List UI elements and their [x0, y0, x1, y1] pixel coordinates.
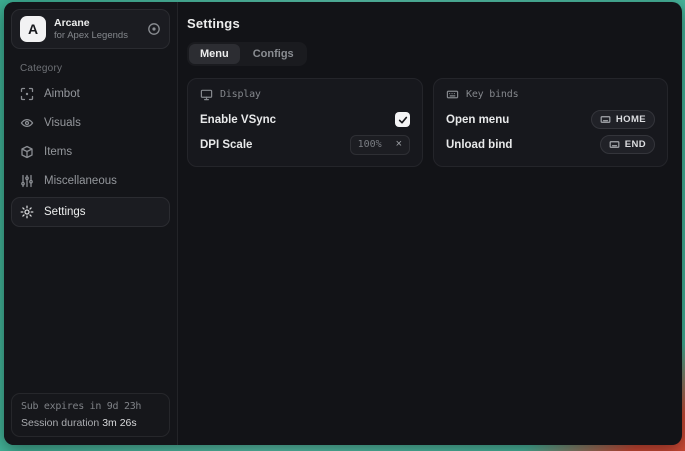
keybind-value: HOME [616, 114, 646, 125]
app-window: A Arcane for Apex Legends Category [4, 2, 682, 445]
clear-icon[interactable]: × [392, 137, 406, 152]
crosshair-icon [20, 87, 34, 101]
sidebar-spacer [4, 228, 177, 393]
unload-bind-label: Unload bind [446, 139, 512, 151]
keyboard-icon [446, 88, 459, 101]
subscription-card: Sub expires in 9d 23h Session duration3m… [11, 393, 170, 437]
dpi-scale-row: DPI Scale × [200, 133, 410, 156]
card-title: Display [220, 89, 261, 100]
target-icon[interactable] [147, 22, 161, 36]
keybinds-card-header: Key binds [446, 88, 655, 101]
enable-vsync-row: Enable VSync [200, 108, 410, 131]
open-menu-keybind[interactable]: HOME [591, 110, 655, 129]
sidebar-item-items[interactable]: Items [4, 138, 177, 166]
app-title: Arcane [54, 17, 139, 29]
sidebar-item-visuals[interactable]: Visuals [4, 109, 177, 137]
keyboard-icon [600, 114, 611, 125]
sidebar-item-label: Miscellaneous [44, 175, 117, 187]
display-card-header: Display [200, 88, 410, 101]
sidebar-item-miscellaneous[interactable]: Miscellaneous [4, 167, 177, 195]
keyboard-icon [609, 139, 620, 150]
sidebar-nav: Aimbot Visuals Items [4, 80, 177, 228]
sidebar-item-label: Aimbot [44, 88, 80, 100]
vsync-checkbox[interactable] [395, 112, 410, 127]
gear-icon [20, 205, 34, 219]
dpi-scale-input[interactable] [358, 139, 392, 150]
user-meta: Arcane for Apex Legends [54, 17, 139, 41]
card-title: Key binds [466, 89, 518, 100]
session-duration-value: 3m 26s [102, 417, 136, 429]
sliders-icon [20, 174, 34, 188]
sidebar-header-card[interactable]: A Arcane for Apex Legends [11, 9, 170, 49]
enable-vsync-label: Enable VSync [200, 114, 276, 126]
unload-bind-keybind[interactable]: END [600, 135, 655, 154]
eye-icon [20, 116, 34, 130]
open-menu-row: Open menu HOME [446, 108, 655, 131]
cube-icon [20, 145, 34, 159]
monitor-icon [200, 88, 213, 101]
sub-expires-text: Sub expires in 9d 23h [21, 401, 160, 412]
category-label: Category [20, 63, 177, 74]
keybind-value: END [625, 139, 646, 150]
session-duration-label: Session duration [21, 417, 99, 429]
tab-menu[interactable]: Menu [189, 44, 240, 64]
main-content: Settings Menu Configs Display Enable VSy… [178, 2, 682, 445]
display-card: Display Enable VSync DPI Scale × [187, 78, 423, 167]
unload-bind-row: Unload bind END [446, 133, 655, 156]
sidebar-item-aimbot[interactable]: Aimbot [4, 80, 177, 108]
dpi-scale-label: DPI Scale [200, 139, 252, 151]
page-title: Settings [187, 16, 668, 31]
sidebar-item-label: Items [44, 146, 72, 158]
check-icon [398, 115, 408, 125]
sidebar-item-settings[interactable]: Settings [11, 197, 170, 227]
session-duration-row: Session duration3m 26s [21, 417, 160, 429]
tab-configs[interactable]: Configs [242, 44, 305, 64]
app-subtitle: for Apex Legends [54, 30, 139, 41]
sidebar-item-label: Settings [44, 206, 86, 218]
keybinds-card: Key binds Open menu HOME Unload bind [433, 78, 668, 167]
sidebar: A Arcane for Apex Legends Category [4, 2, 178, 445]
dpi-scale-input-group: × [350, 135, 410, 155]
avatar: A [20, 16, 46, 42]
settings-cards: Display Enable VSync DPI Scale × [187, 78, 668, 167]
open-menu-label: Open menu [446, 114, 509, 126]
sidebar-item-label: Visuals [44, 117, 81, 129]
tab-bar: Menu Configs [187, 42, 307, 66]
